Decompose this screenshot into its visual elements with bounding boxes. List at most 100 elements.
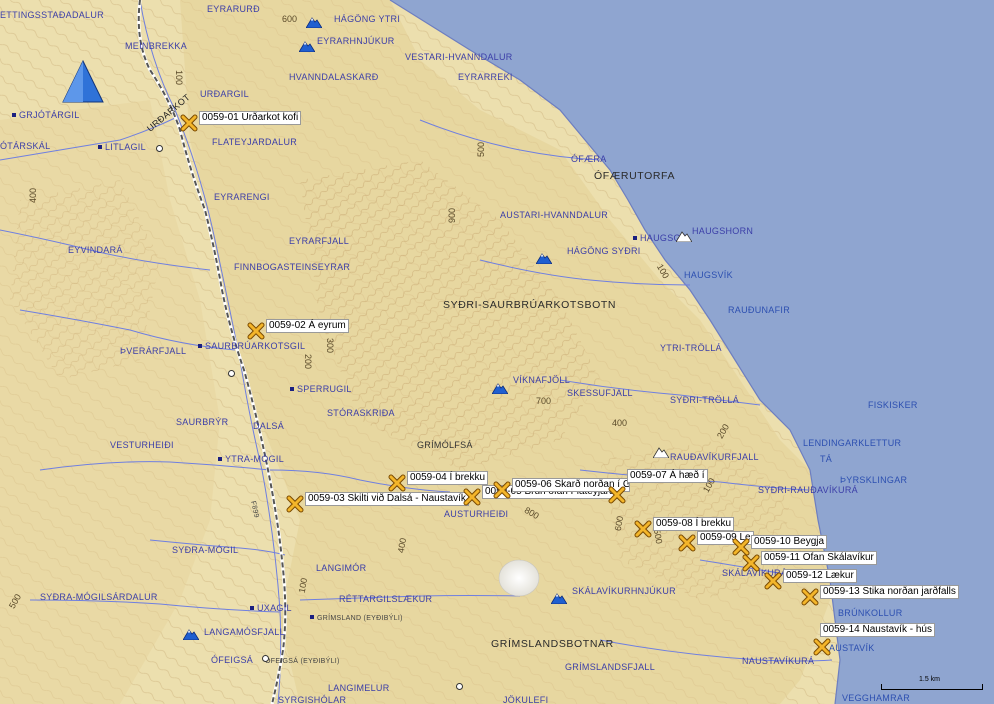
place-label: SKÁLAVÍKURHNJÚKUR	[572, 586, 676, 596]
waypoint-label[interactable]: 0059-14 Naustavík - hús	[820, 623, 935, 637]
place-label: YTRA-MÓGIL	[218, 454, 284, 465]
place-label: AUSTAVÍK	[829, 643, 875, 653]
peak-icon	[183, 629, 199, 640]
place-label: VÍKNAFJÖLL	[513, 375, 571, 385]
place-label: ETTINGSSTAÐADALUR	[0, 10, 104, 20]
waypoint-cross-icon[interactable]	[678, 534, 696, 552]
place-label: RAUÐUNAFIR	[728, 305, 791, 315]
waypoint-label[interactable]: 0059-01 Urðarkot kofi	[199, 111, 302, 125]
waypoint-cross-icon[interactable]	[634, 520, 652, 538]
place-label: LANGIMELUR	[328, 683, 390, 693]
waypoint-label[interactable]: 0059-13 Stika norðan jarðfalls	[820, 585, 959, 599]
waypoint-label[interactable]: 0059-11 Ofan Skálavíkur	[761, 551, 877, 565]
place-label: SYÐRI-SAURBRÚARKOTSBOTN	[443, 299, 617, 311]
waypoint-label[interactable]: 0059-08 Í brekku	[653, 517, 735, 531]
place-label: ÓFÆRA	[571, 154, 607, 164]
place-label: RÉTTARGILSLÆKUR	[339, 594, 433, 604]
elevation-label: 700	[536, 396, 552, 406]
place-label: VESTURHEIÐI	[110, 440, 174, 450]
place-label: EYRARFJALL	[289, 236, 350, 246]
place-label: HAUGSVÍK	[684, 270, 733, 280]
peak-icon	[536, 253, 552, 264]
waypoint-label[interactable]: 0059-02 Á eyrum	[266, 319, 349, 333]
place-label: SYÐRI-TRÖLLÁ	[670, 395, 740, 405]
elevation-label: 400	[28, 187, 39, 204]
place-label: HVANNDALASKARÐ	[289, 72, 379, 82]
waypoint-cross-icon[interactable]	[180, 114, 198, 132]
place-label: ÓFEIGSÁ	[211, 655, 254, 665]
place-label: AUSTARI-HVANNDALUR	[500, 210, 609, 220]
waypoint-label[interactable]: 0059-10 Beygja	[751, 535, 828, 549]
place-label: VEGGHAMRAR	[842, 693, 911, 703]
north-arrow-icon[interactable]	[62, 60, 104, 104]
place-label: DALSÁ	[253, 421, 285, 431]
place-label: EYRARREKI	[458, 72, 513, 82]
poi-marker	[228, 370, 235, 377]
place-label: BRÚNKOLLUR	[838, 608, 903, 618]
place-label: GRJÓTÁRGIL	[12, 110, 80, 121]
place-label: FISKISKER	[868, 400, 918, 410]
place-label: NAUSTAVÍKURÁ	[742, 656, 815, 666]
waypoint-label[interactable]: 0059-03 Skilti við Dalsá - Naustavík	[305, 492, 469, 506]
poi-marker	[156, 145, 163, 152]
place-label: GRÍMÓLFSÁ	[417, 440, 473, 450]
poi-marker	[262, 655, 269, 662]
waypoint-label[interactable]: 0059-04 Í brekku	[407, 471, 489, 485]
peak-icon	[492, 383, 508, 394]
place-label: GRÍMSLANDSBOTNAR	[491, 638, 614, 650]
waypoint-cross-icon[interactable]	[388, 474, 406, 492]
waypoint-cross-icon[interactable]	[247, 322, 265, 340]
place-label: EYVINDARÁ	[68, 245, 123, 255]
place-label: VESTARI-HVANNDALUR	[405, 52, 513, 62]
waypoint-cross-icon[interactable]	[742, 554, 760, 572]
place-label: LANGAMÓSFJALL	[204, 627, 285, 637]
place-label: ÞYRSKLINGAR	[840, 475, 908, 485]
place-label: TÁ	[820, 454, 833, 464]
poi-marker	[456, 683, 463, 690]
place-label: AUSTURHEIÐI	[444, 509, 509, 519]
peak-icon	[551, 593, 567, 604]
place-label: EYRARHNJÚKUR	[317, 36, 395, 46]
elevation-label: 600	[282, 14, 298, 24]
elevation-label: 500	[476, 141, 487, 158]
elevation-label: 300	[325, 337, 336, 354]
place-label: FINNBOGASTEINSEYRAR	[234, 262, 351, 272]
place-label: UXAGIL	[250, 603, 292, 614]
peak-icon	[676, 231, 692, 242]
place-label: SAURBRÚARKOTSGIL	[198, 341, 305, 352]
place-label: FLATEYJARDALUR	[212, 137, 298, 147]
place-label: SAURBRÝR	[176, 417, 229, 427]
waypoint-cross-icon[interactable]	[801, 588, 819, 606]
place-label: SYÐRA-MÓGIL	[172, 545, 239, 555]
place-label: EYRARURÐ	[207, 4, 260, 14]
elevation-label: 900	[447, 207, 458, 224]
waypoint-cross-icon[interactable]	[764, 572, 782, 590]
place-label: ÞVERÁRFJALL	[120, 346, 187, 356]
waypoint-cross-icon[interactable]	[463, 488, 481, 506]
place-label: GRÍMSLANDSFJALL	[565, 662, 656, 672]
scale-line	[881, 684, 983, 690]
scale-bar: 1.5 km	[881, 676, 983, 690]
place-label: EYRARENGI	[214, 192, 270, 202]
waypoint-cross-icon[interactable]	[813, 638, 831, 656]
place-label: HÁGÖNG SYÐRI	[567, 246, 641, 256]
place-label: SKESSUFJALL	[567, 388, 633, 398]
waypoint-cross-icon[interactable]	[608, 486, 626, 504]
waypoint-cross-icon[interactable]	[286, 495, 304, 513]
elevation-label: 400	[612, 418, 628, 428]
place-label: JÖKULEFI	[503, 695, 549, 704]
map-view[interactable]: ETTINGSSTAÐADALUR EYRARURÐ HÁGÖNG YTRI E…	[0, 0, 994, 704]
place-label: SYÐRA-MÓGILSÁRDALUR	[40, 592, 158, 602]
elevation-label: 100	[174, 69, 185, 86]
place-label: LANGIMÓR	[316, 563, 367, 573]
place-label: LENDINGARKLETTUR	[803, 438, 902, 448]
place-label: ÓTÁRSKÁL	[0, 141, 51, 151]
peak-icon	[653, 447, 669, 458]
waypoint-label[interactable]: 0059-12 Lækur	[783, 569, 857, 583]
place-label: SPERRUGIL	[290, 384, 352, 395]
place-label: RAUÐAVÍKURFJALL	[670, 452, 759, 462]
place-label: STÓRASKRIÐA	[327, 408, 395, 418]
waypoint-label[interactable]: 0059-07 Á hæð í	[627, 469, 708, 483]
waypoint-cross-icon[interactable]	[493, 481, 511, 499]
place-label: SYÐRI-RAUÐAVÍKURÁ	[758, 485, 858, 495]
